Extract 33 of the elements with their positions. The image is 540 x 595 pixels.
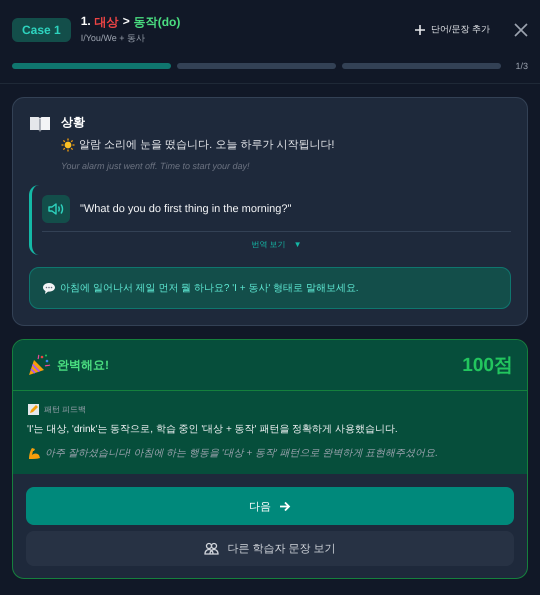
next-button[interactable]: 다음 bbox=[26, 487, 514, 525]
speaker-button[interactable] bbox=[42, 195, 70, 223]
party-popper-icon bbox=[27, 353, 51, 377]
title-part: > bbox=[122, 14, 130, 30]
title-part: 1. bbox=[80, 14, 91, 30]
people-icon bbox=[204, 541, 220, 556]
situation-heading: 상황 bbox=[61, 114, 86, 131]
plus-icon bbox=[414, 24, 426, 36]
title-part: 동작(do) bbox=[134, 14, 180, 31]
close-button[interactable] bbox=[514, 22, 528, 36]
flexed-arm-icon bbox=[27, 446, 41, 460]
memo-icon bbox=[27, 403, 40, 416]
speech-bubble-icon bbox=[42, 282, 56, 294]
hint-text: 아침에 일어나서 제일 먼저 뭘 하나요? 'I + 동사' 형태로 말해보세요. bbox=[60, 282, 359, 295]
situation-text: 알람 소리에 눈을 떴습니다. 오늘 하루가 시작됩니다! bbox=[79, 138, 334, 152]
case-badge: Case 1 bbox=[12, 18, 71, 42]
result-title: 완벽해요! bbox=[57, 356, 110, 374]
feedback-text: 'I'는 대상, 'drink'는 동작으로, 학습 중인 '대상 + 동작' 패턴을 정확하게 사용했습니다. bbox=[27, 423, 399, 436]
subtitle: I/You/We + 동사 bbox=[80, 32, 146, 45]
book-icon bbox=[29, 115, 51, 133]
other-learners-button[interactable]: 다른 학습자 문장 보기 bbox=[26, 531, 514, 566]
title-part: 대상 bbox=[94, 14, 119, 31]
question-text: "What do you do first thing in the morning?" bbox=[80, 203, 292, 215]
progress-counter: 1/3 bbox=[515, 61, 528, 71]
arrow-right-icon bbox=[279, 500, 291, 512]
translation-text: Your alarm just went off. Time to start your day! bbox=[61, 161, 250, 171]
speaker-icon bbox=[48, 202, 64, 216]
praise-text: 아주 잘하셨습니다! 아침에 하는 행동을 '대상 + 동작' 패턴으로 완벽하게 표현해주셨어요. bbox=[45, 447, 438, 460]
add-button[interactable]: 단어/문장 추가 bbox=[414, 23, 490, 36]
translation-toggle[interactable]: 번역 보기 ▼ bbox=[245, 238, 308, 251]
sun-icon bbox=[61, 138, 75, 152]
feedback-label: 패턴 피드백 bbox=[44, 404, 86, 415]
score-text: 100점 bbox=[462, 354, 513, 378]
